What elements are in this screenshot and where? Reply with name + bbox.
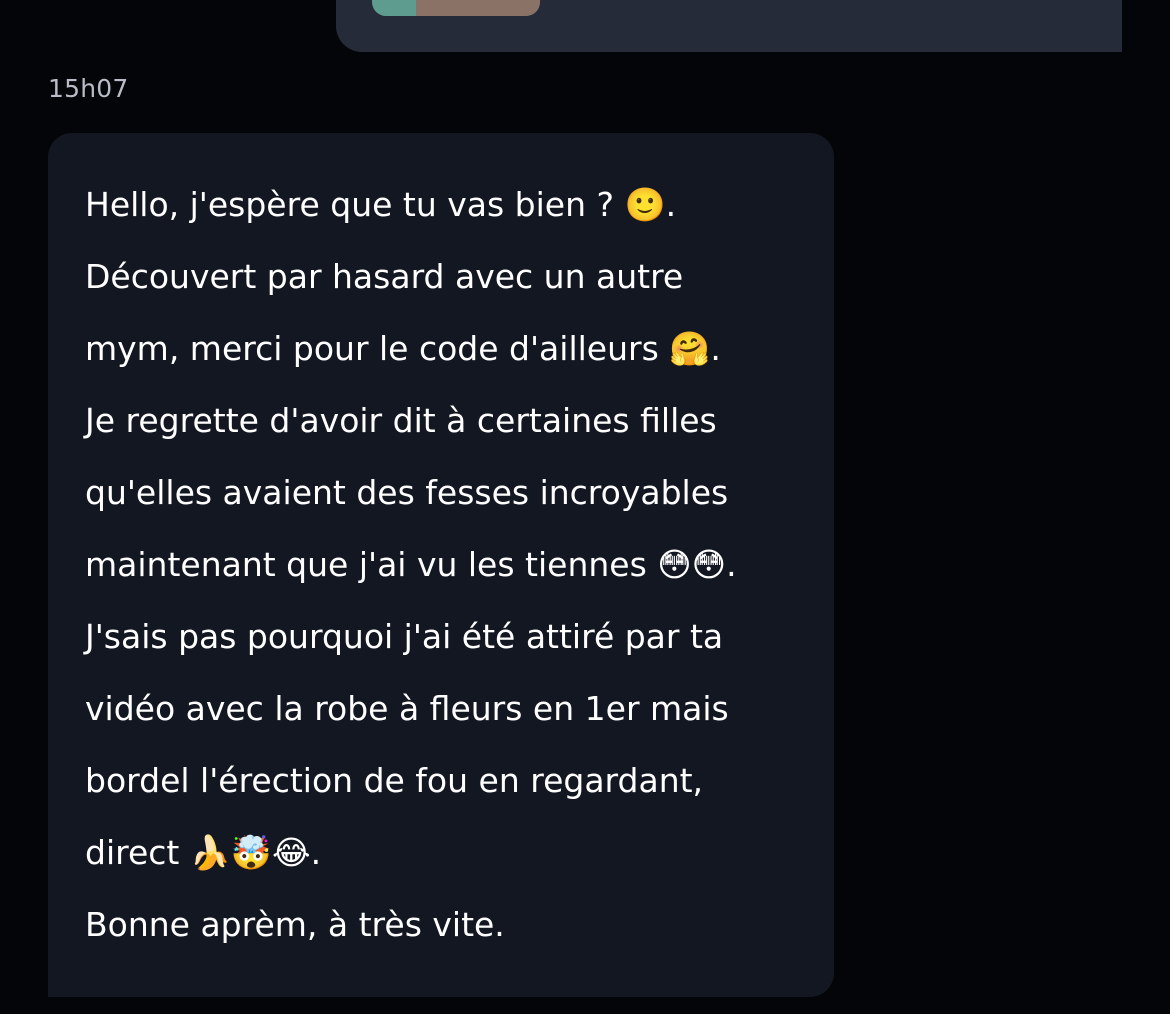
message-line: bordel l'érection de fou en regardant, bbox=[85, 761, 704, 800]
message-line: qu'elles avaient des fesses incroyables bbox=[85, 473, 729, 512]
image-content bbox=[416, 0, 540, 16]
outgoing-image-thumbnail[interactable] bbox=[372, 0, 540, 16]
incoming-message-bubble[interactable]: Hello, j'espère que tu vas bien ? 🙂. Déc… bbox=[48, 133, 834, 997]
message-timestamp: 15h07 bbox=[48, 74, 129, 103]
message-text: Hello, j'espère que tu vas bien ? 🙂. Déc… bbox=[85, 169, 737, 961]
message-line: Bonne aprèm, à très vite. bbox=[85, 905, 505, 944]
message-line: mym, merci pour le code d'ailleurs 🤗. bbox=[85, 329, 721, 368]
message-line: Je regrette d'avoir dit à certaines fill… bbox=[85, 401, 717, 440]
message-line: vidéo avec la robe à fleurs en 1er mais bbox=[85, 689, 729, 728]
message-line: J'sais pas pourquoi j'ai été attiré par … bbox=[85, 617, 724, 656]
message-line: direct 🍌🤯😂. bbox=[85, 833, 322, 872]
message-line: Découvert par hasard avec un autre bbox=[85, 257, 684, 296]
message-line: maintenant que j'ai vu les tiennes 😳😳. bbox=[85, 545, 737, 584]
message-line: Hello, j'espère que tu vas bien ? 🙂. bbox=[85, 185, 677, 224]
outgoing-message-bubble[interactable] bbox=[336, 0, 1122, 52]
